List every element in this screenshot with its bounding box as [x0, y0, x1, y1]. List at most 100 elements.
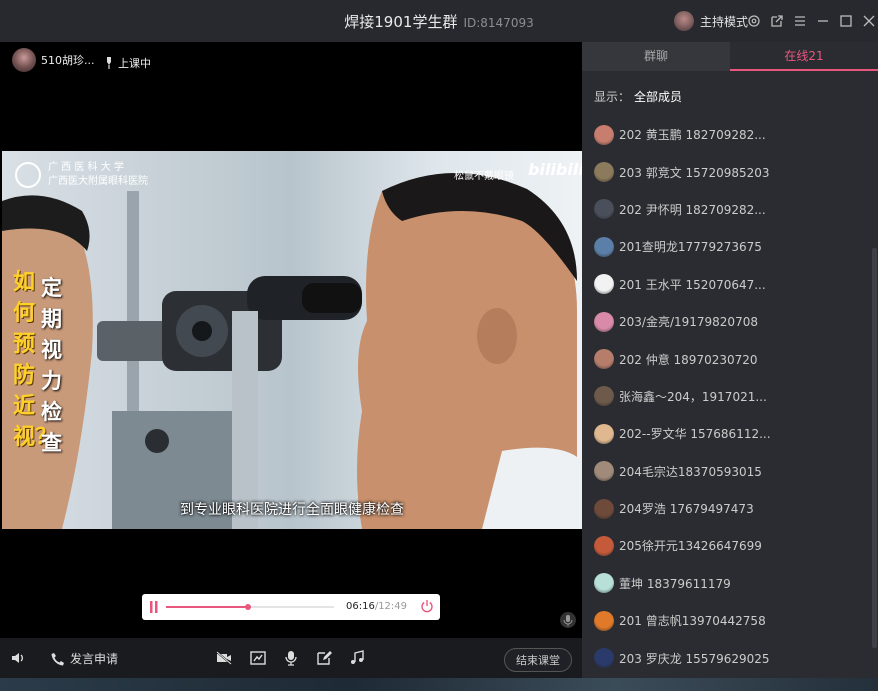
teaching-icon	[107, 57, 111, 69]
member-row[interactable]: 张海鑫～204，1917021...	[594, 378, 864, 415]
video-title-yellow: 如何预防近视？	[13, 269, 58, 450]
close-icon[interactable]	[861, 13, 877, 29]
member-avatar	[594, 461, 614, 482]
member-label: 203 郭竞文 15720985203	[619, 165, 770, 180]
title-bar: 焊接1901学生群 ID:8147093 主持模式	[0, 0, 878, 42]
school-line1: 广 西 医 科 大 学	[48, 162, 124, 173]
member-avatar	[594, 274, 614, 295]
group-id: ID:8147093	[463, 16, 534, 30]
host-mode-label: 主持模式	[700, 14, 749, 29]
class-status-label: 上课中	[118, 57, 151, 70]
member-label: 202--罗文华 157686112...	[619, 427, 771, 442]
video-subtitle: 到专业眼科医院进行全面眼健康检查	[180, 502, 404, 518]
host-avatar	[674, 11, 694, 31]
playback-time: 06:16/12:49	[346, 601, 407, 612]
tab-group-chat[interactable]: 群聊	[582, 42, 730, 71]
member-avatar	[594, 311, 614, 332]
member-label: 202 黄玉鹏 182709282...	[619, 128, 766, 143]
minimize-icon[interactable]	[815, 13, 831, 29]
member-label: 201 王水平 152070647...	[619, 277, 766, 292]
member-row[interactable]: 202 仲意 18970230720	[594, 340, 864, 377]
popout-icon[interactable]	[769, 13, 785, 29]
bilibili-logo: bilibili	[528, 160, 582, 179]
video-scene	[2, 162, 582, 529]
member-row[interactable]: 201查明龙17779273675	[594, 228, 864, 265]
member-filter[interactable]: 显示： 全部成员	[594, 88, 682, 105]
class-status: 上课中	[104, 55, 151, 71]
phone-icon	[51, 652, 64, 665]
member-avatar	[594, 386, 614, 407]
settings-icon[interactable]	[746, 13, 762, 29]
member-row[interactable]: 202--罗文华 157686112...	[594, 415, 864, 452]
panel-tabs: 群聊 在线21	[582, 42, 878, 71]
member-label: 201查明龙17779273675	[619, 240, 762, 255]
member-avatar	[594, 162, 614, 183]
screen-share-icon[interactable]	[250, 650, 266, 666]
member-label: 董坤 18379611179	[619, 576, 731, 591]
member-row[interactable]: 202 尹怀明 182709282...	[594, 191, 864, 228]
member-avatar	[594, 423, 614, 444]
maximize-icon[interactable]	[838, 13, 854, 29]
member-list-scrollbar[interactable]	[872, 248, 877, 648]
member-avatar	[594, 349, 614, 370]
host-mode-toggle[interactable]: 主持模式	[674, 10, 748, 32]
mic-status-icon	[560, 612, 576, 628]
speaker-icon[interactable]	[10, 650, 26, 666]
playback-bar: 06:16/12:49	[142, 594, 440, 620]
member-row[interactable]: 204罗浩 17679497473	[594, 490, 864, 527]
filter-value: 全部成员	[634, 90, 683, 104]
member-row[interactable]: 205徐开元13426647699	[594, 527, 864, 564]
filter-label: 显示：	[594, 90, 631, 104]
video-area[interactable]: 510胡珍... 上课中 广 西 医 科 大 学 广西医大附属眼科医院 如何预防…	[0, 42, 582, 638]
presenter: 510胡珍...	[12, 48, 95, 72]
member-avatar	[594, 124, 614, 145]
school-line2: 广西医大附属眼科医院	[48, 176, 148, 187]
member-label: 张海鑫～204，1917021...	[619, 389, 767, 404]
member-row[interactable]: 202 黄玉鹏 182709282...	[594, 116, 864, 153]
member-row[interactable]: 董坤 18379611179	[594, 565, 864, 602]
member-label: 203/金亮/19179820708	[619, 315, 758, 330]
video-title-white: 定期视力检查	[41, 275, 62, 455]
pause-icon[interactable]	[150, 601, 158, 613]
end-class-button[interactable]: 结束课堂	[504, 648, 572, 672]
member-avatar	[594, 648, 614, 669]
member-avatar	[594, 610, 614, 631]
group-name: 焊接1901学生群	[344, 13, 458, 31]
tab-online[interactable]: 在线21	[730, 42, 878, 71]
member-avatar	[594, 573, 614, 594]
member-avatar	[594, 236, 614, 257]
member-label: 204毛宗达18370593015	[619, 464, 762, 479]
progress-track[interactable]	[166, 604, 334, 610]
speak-request-button[interactable]: 发言申请	[50, 650, 118, 667]
video-frame: 广 西 医 科 大 学 广西医大附属眼科医院 如何预防近视？ 定期视力检查 松鼠…	[2, 151, 582, 529]
school-name: 广 西 医 科 大 学 广西医大附属眼科医院	[48, 161, 148, 189]
progress-fill	[166, 606, 249, 608]
member-avatar	[594, 498, 614, 519]
music-icon[interactable]	[349, 650, 365, 666]
desktop-background	[0, 678, 878, 691]
presenter-avatar	[12, 48, 36, 72]
presenter-name: 510胡珍...	[41, 54, 95, 67]
microphone-icon[interactable]	[283, 650, 299, 666]
member-panel: 群聊 在线21 显示： 全部成员 202 黄玉鹏 182709282... 203 …	[582, 42, 878, 678]
member-row[interactable]: 203 罗庆龙 15579629025	[594, 639, 864, 676]
progress-handle[interactable]	[245, 604, 252, 610]
edit-icon[interactable]	[316, 650, 332, 666]
member-row[interactable]: 201 曾志帆13970442758	[594, 602, 864, 639]
member-label: 202 尹怀明 182709282...	[619, 202, 766, 217]
stop-playback-icon[interactable]	[420, 599, 434, 613]
member-row[interactable]: 203 郭竞文 15720985203	[594, 153, 864, 190]
speak-request-label: 发言申请	[70, 652, 119, 666]
current-time: 06:16	[346, 601, 375, 612]
member-label: 202 仲意 18970230720	[619, 352, 758, 367]
member-row[interactable]: 203/金亮/19179820708	[594, 303, 864, 340]
camera-off-icon[interactable]	[216, 650, 232, 666]
menu-icon[interactable]	[792, 13, 808, 29]
channel-watermark: 松鼠不戴眼镜	[454, 171, 514, 182]
member-label: 203 罗庆龙 15579629025	[619, 651, 770, 666]
bottom-toolbar: 发言申请 结束课堂	[0, 638, 582, 678]
member-row[interactable]: 204毛宗达18370593015	[594, 453, 864, 490]
member-list: 202 黄玉鹏 182709282... 203 郭竞文 15720985203 2…	[594, 116, 864, 677]
member-label: 204罗浩 17679497473	[619, 502, 754, 517]
member-row[interactable]: 201 王水平 152070647...	[594, 266, 864, 303]
